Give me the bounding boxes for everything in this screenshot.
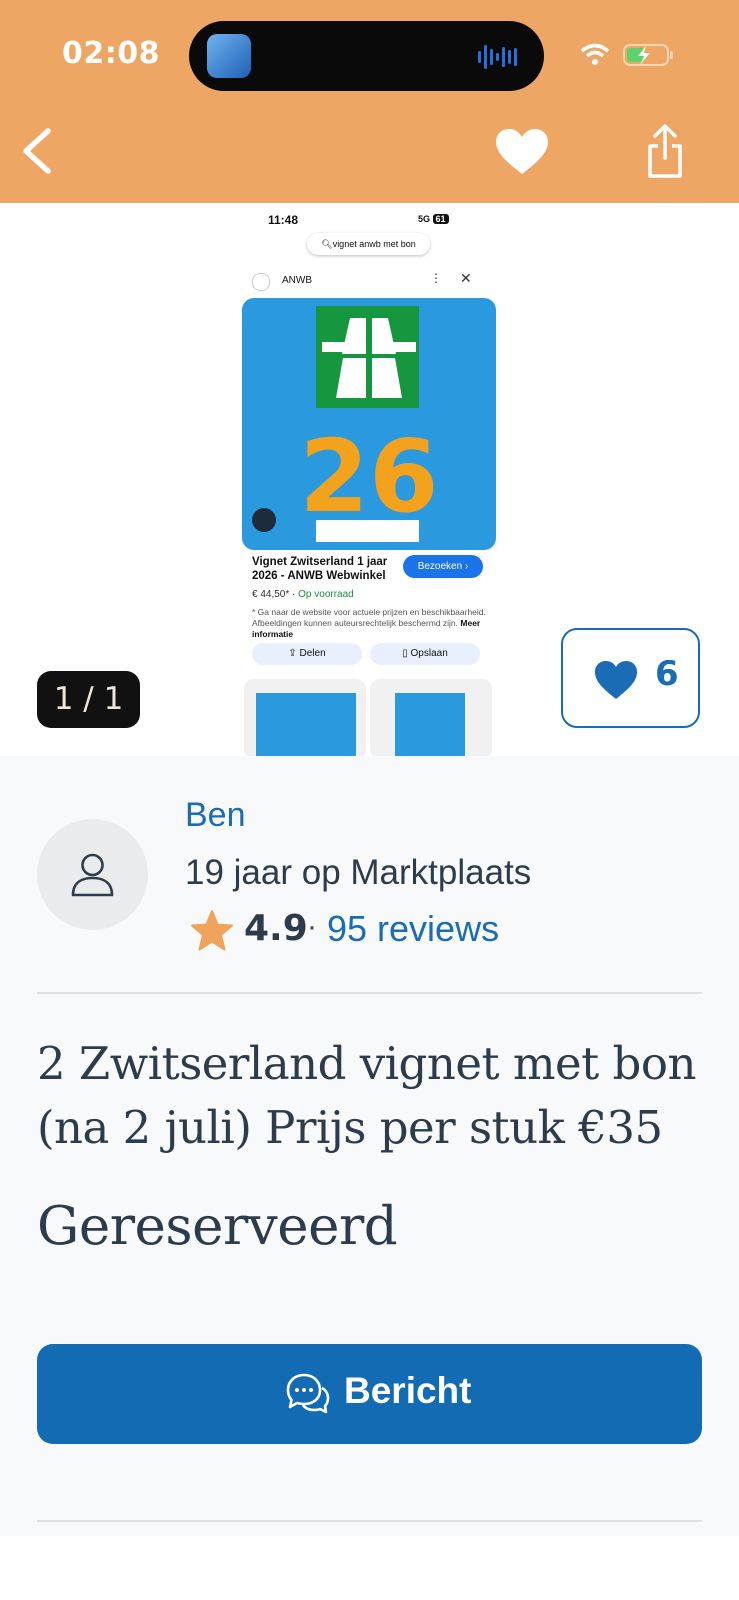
vignette-number: 26 — [299, 418, 438, 535]
wifi-battery-icons — [580, 43, 673, 66]
rating-separator: · — [307, 910, 317, 943]
message-button-label: Bericht — [344, 1370, 472, 1411]
photo-save-button: ▯ Opslaan — [370, 643, 480, 665]
back-chevron-icon[interactable] — [18, 126, 58, 176]
dynamic-island — [189, 21, 544, 91]
photo-visit-button: Bezoeken › — [403, 555, 483, 578]
photo-search-bar: 🔍︎vignet anwb met bon — [307, 233, 430, 255]
photo-lens-icon — [252, 508, 276, 532]
photo-thumbnail — [370, 679, 492, 756]
heart-icon — [595, 661, 637, 699]
photo-gallery[interactable]: 11:48 5G 61 🔍︎vignet anwb met bon ANWB ⋮… — [0, 203, 739, 756]
share-icon[interactable] — [645, 124, 685, 180]
photo-source-name: ANWB — [282, 275, 312, 286]
divider — [37, 1520, 702, 1522]
photo-status-network: 5G 61 — [418, 214, 449, 224]
seller-membership: 19 jaar op Marktplaats — [185, 853, 532, 892]
divider — [37, 992, 702, 994]
favorite-heart-icon[interactable] — [495, 128, 549, 176]
listing-title: 2 Zwitserland vignet met bon (na 2 juli)… — [37, 1037, 696, 1154]
app-icon — [207, 34, 251, 78]
photo-counter: 1 / 1 — [37, 671, 140, 728]
reviews-link[interactable]: 95 reviews — [327, 908, 499, 950]
seller-name[interactable]: Ben — [185, 796, 246, 835]
audio-wave-icon — [478, 45, 517, 69]
top-bar: 02:08 — [0, 0, 739, 203]
likes-count: 6 — [655, 654, 679, 694]
user-icon — [71, 853, 114, 897]
avatar[interactable] — [37, 819, 148, 930]
photo-product-title: Vignet Zwitserland 1 jaar 2026 - ANWB We… — [252, 556, 388, 582]
vignette-image: 26 — [242, 298, 496, 550]
likes-button[interactable]: 6 — [561, 628, 700, 728]
chat-bubbles-icon — [286, 1373, 330, 1414]
listing-details: Ben 19 jaar op Marktplaats 4.9 · 95 revi… — [0, 756, 739, 1536]
star-icon — [191, 910, 233, 951]
rating-value: 4.9 — [244, 908, 308, 949]
listing-photo: 11:48 5G 61 🔍︎vignet anwb met bon ANWB ⋮… — [240, 203, 500, 756]
vignette-graphic: 26 — [299, 306, 439, 542]
status-time: 02:08 — [62, 36, 160, 71]
photo-price: € 44,50* · Op voorraad — [252, 589, 354, 600]
photo-source-logo — [252, 273, 270, 291]
photo-close-icon: ✕ — [460, 270, 472, 286]
photo-disclaimer: * Ga naar de website voor actuele prijze… — [252, 607, 486, 639]
message-button[interactable]: Bericht — [37, 1344, 702, 1444]
photo-thumbnail — [244, 679, 366, 756]
photo-more-icon: ⋮ — [430, 271, 442, 285]
photo-share-button: ⇪ Delen — [252, 643, 362, 665]
listing-status: Gereserveerd — [37, 1196, 398, 1257]
photo-status-time: 11:48 — [268, 213, 299, 227]
